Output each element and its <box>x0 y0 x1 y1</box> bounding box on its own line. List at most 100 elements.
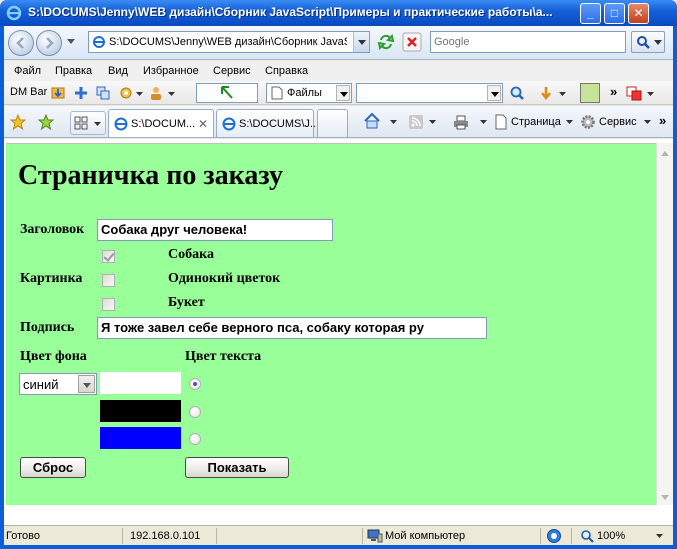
minimize-button[interactable]: _ <box>580 3 601 24</box>
dm-dropdown3-icon[interactable] <box>559 92 566 97</box>
radio-text-white[interactable] <box>189 378 201 390</box>
page-menu-icon[interactable] <box>493 114 509 130</box>
checkbox-bouquet[interactable] <box>102 298 115 311</box>
tools-menu-dropdown-icon[interactable] <box>644 120 651 125</box>
menu-edit[interactable]: Правка <box>55 65 92 77</box>
search-button[interactable] <box>631 31 665 53</box>
title-input[interactable]: Собака друг человека! <box>97 219 333 241</box>
home-icon[interactable] <box>363 112 381 130</box>
add-favorite-icon[interactable] <box>38 114 54 130</box>
new-tab-button[interactable] <box>317 109 348 137</box>
computer-icon <box>367 529 383 543</box>
dm-dropdown4-icon[interactable] <box>647 92 654 97</box>
dm-url-combo[interactable] <box>356 83 503 103</box>
status-zone: Мой компьютер <box>385 530 466 542</box>
tab-page-icon-2 <box>222 117 236 131</box>
address-input[interactable]: S:\DOCUMS\Jenny\WEB дизайн\Сборник JavaS… <box>88 31 370 53</box>
download-icon[interactable] <box>50 85 66 101</box>
tab-1[interactable]: S:\DOCUM... ✕ <box>108 109 214 137</box>
zoom-level[interactable]: 100% <box>597 530 625 542</box>
bg-color-select-arrow[interactable] <box>78 375 95 393</box>
address-dropdown-button[interactable] <box>353 32 369 52</box>
menu-help[interactable]: Справка <box>265 65 308 77</box>
settings-icon[interactable] <box>118 85 134 101</box>
browser-chrome: S:\DOCUMS\Jenny\WEB дизайн\Сборник JavaS… <box>4 26 673 545</box>
menu-view[interactable]: Вид <box>108 65 128 77</box>
show-button[interactable]: Показать <box>185 457 289 478</box>
files-combo-arrow[interactable] <box>336 85 350 101</box>
menu-favorites[interactable]: Избранное <box>143 65 199 77</box>
bg-color-select-value: синий <box>23 377 59 392</box>
files-combo[interactable]: Файлы <box>266 83 352 103</box>
user-icon[interactable] <box>148 85 164 101</box>
dm-toolbar: DM Bar Файлы » <box>4 81 673 105</box>
command-chevron[interactable]: » <box>659 113 666 128</box>
search-go-icon[interactable] <box>509 85 525 101</box>
dm-chevron[interactable]: » <box>610 84 617 99</box>
scroll-down-button[interactable] <box>657 489 673 505</box>
protected-mode-icon[interactable] <box>546 528 562 544</box>
file-icon <box>271 86 283 100</box>
page-icon <box>93 36 105 48</box>
checkbox-flower[interactable] <box>102 274 115 287</box>
feeds-dropdown-icon[interactable] <box>429 120 436 125</box>
quick-tabs-button[interactable] <box>70 111 106 135</box>
web-page: Страничка по заказу Заголовок Собака дру… <box>6 143 657 505</box>
status-bar: Готово 192.168.0.101 Мой компьютер 100% <box>4 525 673 545</box>
home-dropdown-icon[interactable] <box>390 120 397 125</box>
tab-page-icon <box>114 117 128 131</box>
title-bar[interactable]: S:\DOCUMS\Jenny\WEB дизайн\Сборник JavaS… <box>0 0 677 26</box>
page-menu[interactable]: Страница <box>511 116 561 128</box>
menu-tools[interactable]: Сервис <box>213 65 251 77</box>
menu-file[interactable]: Файл <box>14 65 41 77</box>
favorites-star-icon[interactable] <box>10 114 26 130</box>
tab-2[interactable]: S:\DOCUMS\J... <box>216 109 319 137</box>
checkbox-bouquet-label: Букет <box>168 295 205 310</box>
print-dropdown-icon[interactable] <box>480 120 487 125</box>
checkbox-dog-label: Собака <box>168 247 214 262</box>
dm-dropdown2-icon[interactable] <box>168 92 175 97</box>
back-button[interactable] <box>8 30 34 56</box>
print-icon[interactable] <box>453 114 469 130</box>
status-separator-3 <box>362 528 363 544</box>
vertical-scrollbar[interactable] <box>656 143 673 505</box>
status-separator-5 <box>571 528 572 544</box>
scroll-up-button[interactable] <box>657 143 673 159</box>
download-arrow-icon[interactable] <box>538 85 554 101</box>
text-color-label: Цвет текста <box>185 349 262 364</box>
tab-close-icon[interactable]: ✕ <box>198 117 208 131</box>
page-heading: Страничка по заказу <box>18 160 284 191</box>
add-icon[interactable] <box>73 85 89 101</box>
caption-input[interactable]: Я тоже завел себе верного пса, собаку ко… <box>97 317 487 339</box>
dm-dropdown-icon[interactable] <box>136 92 143 97</box>
status-separator-4 <box>540 528 541 544</box>
close-button[interactable]: ✕ <box>628 3 649 24</box>
gear-icon[interactable] <box>580 114 596 130</box>
translate-icon[interactable] <box>626 85 642 101</box>
page-menu-dropdown-icon[interactable] <box>566 120 573 125</box>
tools-menu[interactable]: Сервис <box>599 116 637 128</box>
radio-text-black[interactable] <box>189 406 201 418</box>
maximize-button[interactable]: □ <box>604 3 625 24</box>
checkbox-dog[interactable] <box>102 250 115 263</box>
zoom-dropdown-icon[interactable] <box>656 534 663 539</box>
refresh-icon[interactable] <box>376 32 396 52</box>
search-box[interactable] <box>430 31 626 53</box>
search-input[interactable] <box>434 33 624 51</box>
feeds-icon[interactable] <box>408 114 424 130</box>
color-swatch[interactable] <box>580 83 600 103</box>
address-toolbar: S:\DOCUMS\Jenny\WEB дизайн\Сборник JavaS… <box>4 26 673 60</box>
copy-icon[interactable] <box>95 85 111 101</box>
bg-color-select[interactable]: синий <box>19 373 97 395</box>
status-separator <box>122 528 123 544</box>
zoom-icon[interactable] <box>580 529 594 543</box>
dm-url-combo-arrow[interactable] <box>487 85 501 101</box>
radio-text-blue[interactable] <box>189 433 201 445</box>
reset-button[interactable]: Сброс <box>20 457 86 478</box>
status-separator-2 <box>216 528 217 544</box>
files-combo-text: Файлы <box>287 87 322 99</box>
dm-cursor-field[interactable] <box>196 83 258 103</box>
stop-icon[interactable] <box>402 32 422 52</box>
history-dropdown-icon[interactable] <box>67 39 75 45</box>
forward-button[interactable] <box>36 30 62 56</box>
